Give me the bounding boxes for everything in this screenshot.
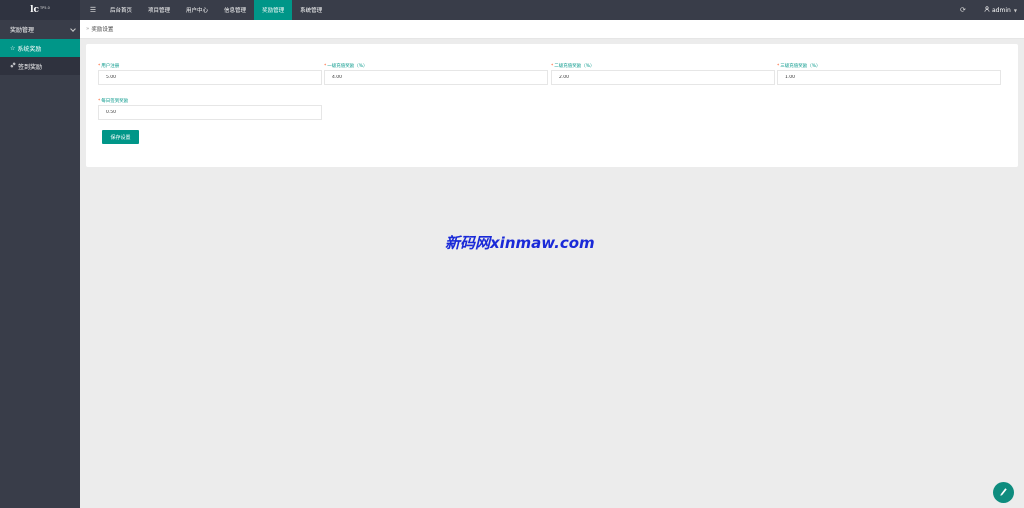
field-label-text: 三级充值奖励（%） bbox=[780, 64, 821, 69]
daily-signin-input[interactable] bbox=[98, 105, 322, 120]
feedback-float-button[interactable] bbox=[993, 482, 1014, 503]
field-label-text: 每日签到奖励 bbox=[101, 99, 129, 104]
nav-item-projects[interactable]: 项目管理 bbox=[140, 0, 178, 20]
menu-icon[interactable]: ☰ bbox=[88, 0, 98, 20]
caret-down-icon: ▼ bbox=[1013, 7, 1017, 13]
save-settings-button[interactable]: 保存设置 bbox=[102, 130, 139, 144]
sidebar: lc TP5.0 奖励管理 ☆ 系统奖励 签到奖励 bbox=[0, 0, 80, 508]
logo-main: lc bbox=[30, 5, 40, 15]
refresh-icon[interactable]: ⟳ bbox=[960, 0, 966, 20]
sidebar-group-reward[interactable]: 奖励管理 bbox=[0, 20, 80, 39]
nav-item-rewards[interactable]: 奖励管理 bbox=[254, 0, 293, 20]
link-icon bbox=[10, 62, 16, 70]
required-mark: * bbox=[324, 64, 327, 69]
field-user-register: *用户注册 bbox=[98, 63, 322, 85]
pen-icon bbox=[998, 486, 1009, 499]
level2-reward-input[interactable] bbox=[551, 70, 775, 85]
field-daily-signin: *每日签到奖励 bbox=[98, 98, 322, 120]
sidebar-item-system-reward[interactable]: ☆ 系统奖励 bbox=[0, 39, 80, 57]
level1-reward-input[interactable] bbox=[324, 70, 548, 85]
user-icon bbox=[984, 6, 990, 14]
breadcrumb-current: 奖励设置 bbox=[91, 27, 114, 33]
user-menu[interactable]: admin ▼ bbox=[984, 0, 1017, 20]
sidebar-item-label: 系统奖励 bbox=[17, 45, 42, 53]
star-icon: ☆ bbox=[10, 44, 16, 52]
nav-item-info[interactable]: 信息管理 bbox=[216, 0, 254, 20]
field-level2-reward: *二级充值奖励（%） bbox=[551, 63, 775, 85]
nav-item-users[interactable]: 用户中心 bbox=[178, 0, 216, 20]
field-label: *二级充值奖励（%） bbox=[551, 63, 775, 70]
field-label: *三级充值奖励（%） bbox=[777, 63, 1001, 70]
field-label: *每日签到奖励 bbox=[98, 98, 322, 105]
field-label: *用户注册 bbox=[98, 63, 322, 70]
nav-item-home[interactable]: 后台首页 bbox=[102, 0, 140, 20]
topbar: ☰ 后台首页 项目管理 用户中心 信息管理 奖励管理 系统管理 ⟳ admin … bbox=[80, 0, 1024, 20]
chevron-down-icon bbox=[70, 25, 76, 32]
field-label-text: 一级充值奖励（%） bbox=[327, 64, 368, 69]
field-level3-reward: *三级充值奖励（%） bbox=[777, 63, 1001, 85]
logo-version: TP5.0 bbox=[40, 5, 50, 10]
required-mark: * bbox=[551, 64, 554, 69]
user-register-input[interactable] bbox=[98, 70, 322, 85]
top-nav: 后台首页 项目管理 用户中心 信息管理 奖励管理 系统管理 bbox=[102, 0, 330, 20]
nav-item-system[interactable]: 系统管理 bbox=[292, 0, 330, 20]
settings-card: *用户注册 *一级充值奖励（%） *二级充值奖励（%） *三级充值奖励（%） *… bbox=[86, 44, 1018, 167]
breadcrumb-separator: » bbox=[86, 26, 90, 32]
user-name: admin bbox=[992, 6, 1011, 14]
breadcrumb: » 奖励设置 bbox=[80, 20, 1024, 39]
field-label: *一级充值奖励（%） bbox=[324, 63, 548, 70]
field-level1-reward: *一级充值奖励（%） bbox=[324, 63, 548, 85]
required-mark: * bbox=[777, 64, 780, 69]
level3-reward-input[interactable] bbox=[777, 70, 1001, 85]
logo: lc TP5.0 bbox=[0, 0, 80, 20]
required-mark: * bbox=[98, 64, 101, 69]
field-label-text: 用户注册 bbox=[101, 64, 120, 69]
watermark: 新码网xinmaw.com bbox=[445, 234, 595, 252]
sidebar-item-signin-reward[interactable]: 签到奖励 bbox=[0, 57, 80, 75]
sidebar-item-label: 签到奖励 bbox=[18, 63, 43, 71]
required-mark: * bbox=[98, 99, 101, 104]
field-label-text: 二级充值奖励（%） bbox=[554, 64, 595, 69]
sidebar-group-label: 奖励管理 bbox=[10, 27, 35, 34]
